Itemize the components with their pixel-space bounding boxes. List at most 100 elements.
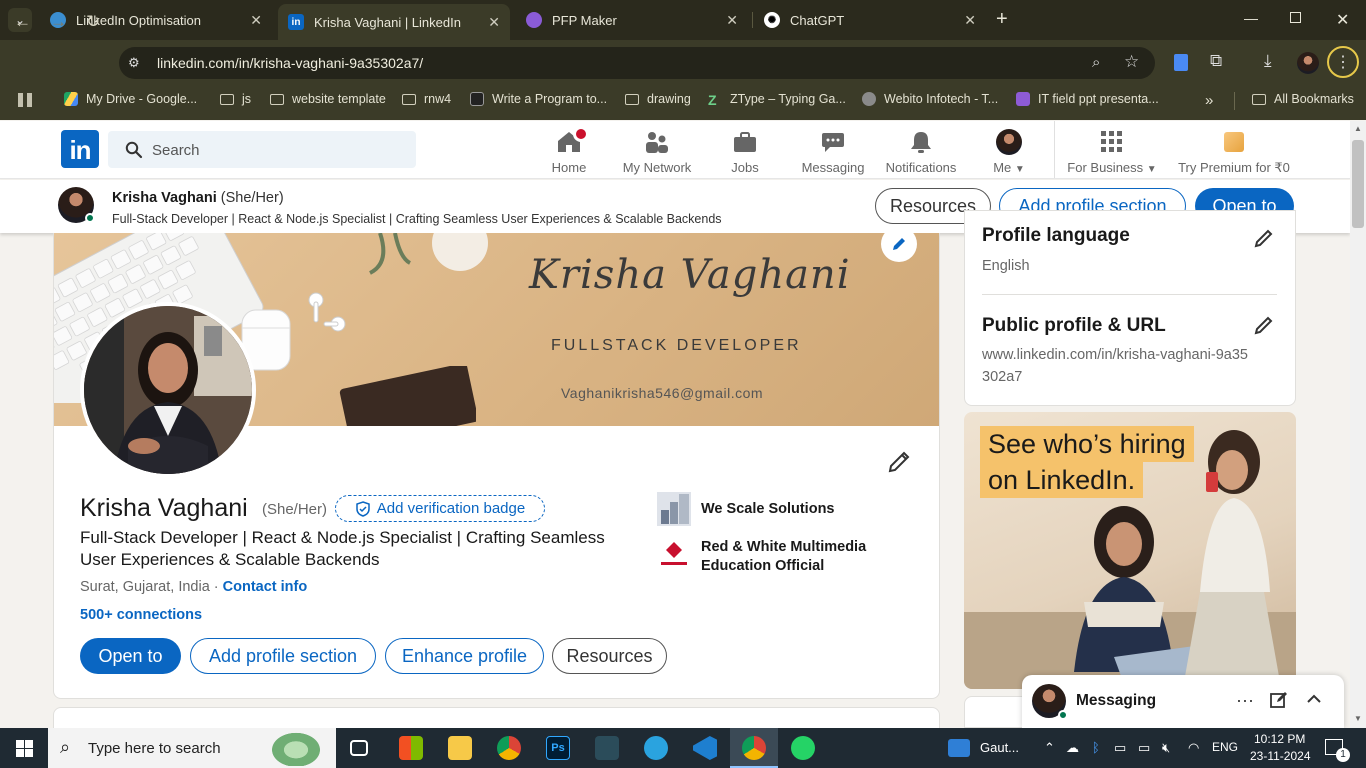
all-bookmarks[interactable]: All Bookmarks — [1252, 92, 1354, 106]
clock-time[interactable]: 10:12 PM — [1254, 732, 1305, 746]
tray-chevron-up-icon[interactable]: ⌃ — [1044, 740, 1055, 756]
linkedin-logo[interactable]: in — [61, 130, 99, 168]
add-profile-section-button[interactable]: Add profile section — [190, 638, 376, 674]
wifi-icon[interactable]: ◠ — [1188, 740, 1199, 756]
more-options-icon[interactable]: ··· — [1236, 690, 1254, 711]
org-we-scale[interactable]: We Scale Solutions — [657, 492, 835, 526]
bluetooth-icon[interactable]: ᛒ — [1092, 740, 1100, 755]
profile-avatar[interactable] — [1297, 52, 1319, 74]
reload-icon[interactable]: ↻ — [86, 12, 100, 32]
tab-pfp-maker[interactable]: PFP Maker ✕ — [516, 6, 748, 34]
connections-link[interactable]: 500+ connections — [80, 607, 202, 623]
task-view-icon[interactable] — [350, 740, 368, 756]
language-indicator[interactable]: ENG — [1212, 740, 1238, 754]
zoom-icon[interactable]: ⌕ — [1092, 54, 1100, 71]
edit-banner-button[interactable] — [881, 226, 917, 262]
volume-muted-icon[interactable]: 🔇︎ — [1162, 740, 1170, 756]
enhance-profile-button[interactable]: Enhance profile — [385, 638, 544, 674]
notification-dot — [573, 126, 589, 142]
nav-me[interactable]: Me ▼ — [964, 125, 1054, 175]
open-to-button[interactable]: Open to — [80, 638, 181, 674]
window-close-button[interactable]: ✕ — [1336, 10, 1349, 30]
bookmark-webito[interactable]: Webito Infotech - T... — [862, 92, 998, 106]
nav-notifications[interactable]: Notifications — [876, 125, 966, 175]
file-explorer-icon[interactable] — [448, 736, 472, 760]
windows-start-icon[interactable] — [16, 740, 33, 762]
url-text[interactable]: linkedin.com/in/krisha-vaghani-9a35302a7… — [157, 55, 423, 71]
site-info-icon[interactable]: ⚙ — [128, 55, 140, 71]
scrollbar-thumb[interactable] — [1352, 140, 1364, 228]
weather-label[interactable]: Gaut... — [980, 740, 1019, 755]
bookmark-website-template[interactable]: website template — [270, 92, 386, 106]
nav-label: Home — [551, 160, 587, 175]
bookmark-write-program[interactable]: Write a Program to... — [470, 92, 607, 106]
meet-icon[interactable]: ▭ — [1114, 740, 1126, 756]
download-icon[interactable]: ⤓ — [1264, 51, 1272, 71]
edit-language-button[interactable] — [1252, 226, 1276, 250]
nav-label: Me — [993, 160, 1012, 175]
onedrive-cloud-icon[interactable]: ☁ — [1066, 740, 1079, 756]
store-icon[interactable] — [399, 736, 423, 760]
dev-app-icon[interactable] — [595, 736, 619, 760]
bookmark-my-drive[interactable]: My Drive - Google... — [64, 92, 197, 106]
profile-pronoun: (She/Her) — [262, 501, 328, 518]
chrome-profile-icon[interactable] — [742, 736, 766, 760]
puzzle-icon[interactable]: ⧉ — [1210, 51, 1222, 71]
nav-premium[interactable]: Try Premium for ₹0 — [1172, 125, 1296, 175]
home-icon — [524, 128, 614, 156]
restore-button[interactable] — [1290, 12, 1301, 23]
battery-icon[interactable]: ▭ — [1138, 740, 1150, 756]
chrome-icon[interactable] — [497, 736, 521, 760]
whatsapp-icon[interactable] — [791, 736, 815, 760]
compose-icon[interactable] — [1270, 691, 1288, 714]
edit-intro-button[interactable] — [885, 448, 913, 476]
bookmark-ztype[interactable]: Z ZType – Typing Ga... — [708, 92, 846, 108]
back-arrow-icon[interactable]: ← — [14, 12, 31, 32]
close-icon[interactable]: ✕ — [964, 12, 976, 29]
extension-doc-icon[interactable] — [1174, 54, 1188, 71]
right-lower-card — [964, 696, 1024, 728]
nav-for-business[interactable]: For Business ▼ — [1062, 125, 1162, 175]
forward-arrow-icon[interactable]: → — [50, 12, 67, 32]
close-icon[interactable]: ✕ — [726, 12, 738, 29]
close-icon[interactable]: ✕ — [488, 14, 500, 31]
star-icon[interactable]: ☆ — [1124, 52, 1139, 72]
telegram-icon[interactable] — [644, 736, 668, 760]
edit-public-url-button[interactable] — [1252, 313, 1276, 337]
bookmark-rnw4[interactable]: rnw4 — [402, 92, 451, 106]
bookmark-it-ppt[interactable]: IT field ppt presenta... — [1016, 92, 1159, 106]
bookmarks-overflow-icon[interactable]: » — [1205, 92, 1213, 109]
new-tab-button[interactable]: + — [996, 8, 1008, 31]
bookmark-js[interactable]: js — [220, 92, 251, 106]
bookmark-label: IT field ppt presenta... — [1038, 92, 1159, 106]
chevron-up-icon[interactable] — [1305, 690, 1323, 713]
menu-kebab-icon[interactable]: ⋮ — [1327, 46, 1359, 78]
banner-role: FULLSTACK DEVELOPER — [551, 337, 802, 354]
contact-info-link[interactable]: Contact info — [223, 579, 308, 595]
photoshop-icon[interactable]: Ps — [546, 736, 570, 760]
clock-date[interactable]: 23-11-2024 — [1250, 749, 1311, 763]
tab-krisha-linkedin[interactable]: in Krisha Vaghani | LinkedIn ✕ — [278, 4, 510, 40]
resources-button[interactable]: Resources — [552, 638, 667, 674]
succulent-widget-icon[interactable] — [268, 730, 324, 766]
tab-linkedin-optimisation[interactable]: LinkedIn Optimisation ✕ — [40, 6, 272, 34]
add-verification-badge-button[interactable]: Add verification badge — [335, 495, 545, 522]
bookmark-drawing[interactable]: drawing — [625, 92, 691, 106]
nav-messaging[interactable]: Messaging — [788, 125, 878, 175]
nav-home[interactable]: Home — [524, 125, 614, 175]
minimize-button[interactable]: — — [1244, 10, 1258, 26]
weather-icon[interactable] — [948, 739, 970, 757]
nav-jobs[interactable]: Jobs — [700, 125, 790, 175]
apps-grid-icon[interactable] — [18, 93, 32, 107]
scroll-up-arrow[interactable]: ▲ — [1354, 124, 1362, 133]
plant-illustration — [368, 233, 488, 275]
bookmark-label: My Drive - Google... — [86, 92, 198, 106]
nav-my-network[interactable]: My Network — [612, 125, 702, 175]
close-icon[interactable]: ✕ — [250, 12, 262, 29]
profile-photo[interactable] — [80, 302, 256, 478]
tab-chatgpt[interactable]: ✺ ChatGPT ✕ — [754, 6, 986, 34]
messaging-widget[interactable] — [1022, 675, 1344, 728]
scroll-down-arrow[interactable]: ▼ — [1354, 714, 1362, 723]
bookmark-label: Write a Program to... — [492, 92, 608, 106]
org-red-white[interactable]: Red & White Multimedia Education Officia… — [657, 538, 897, 576]
